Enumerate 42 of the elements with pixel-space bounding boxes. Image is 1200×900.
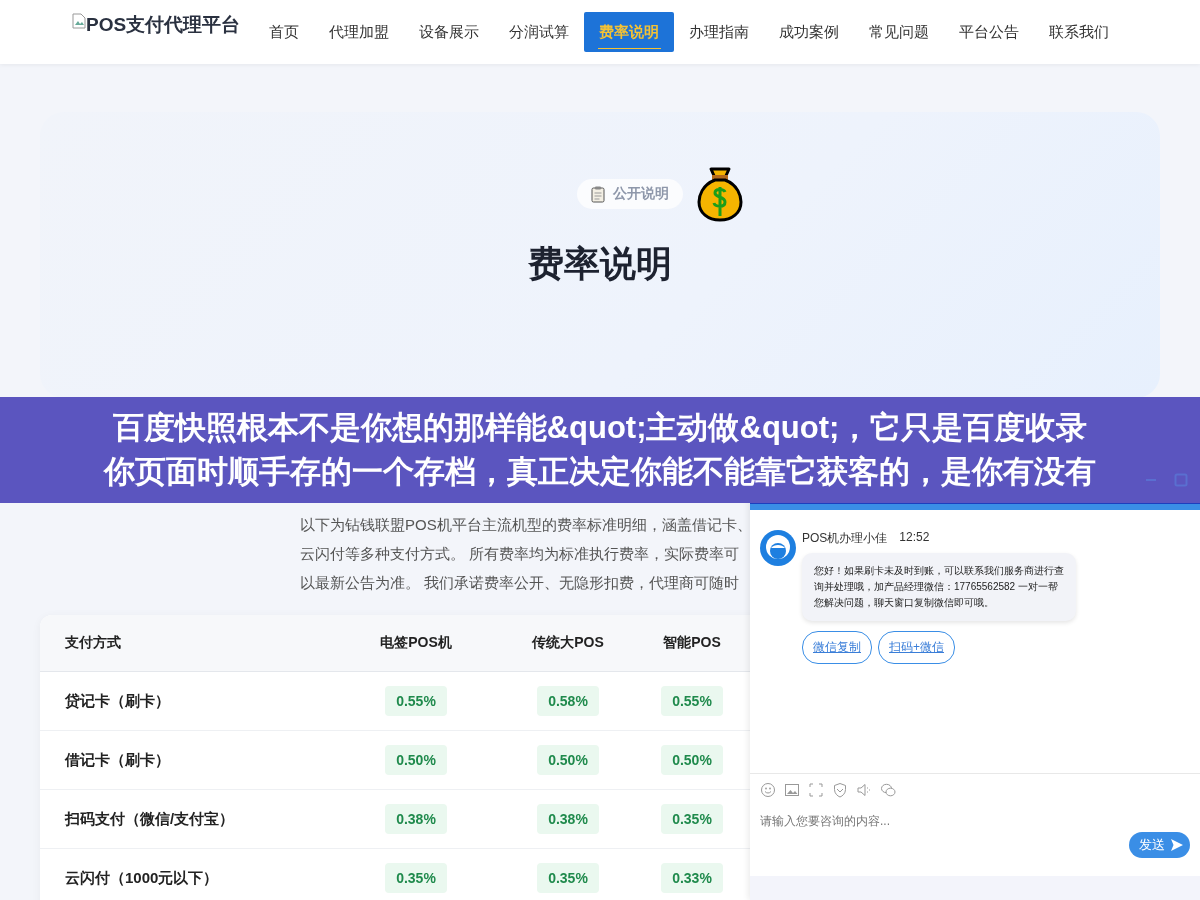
message-input[interactable]: 请输入您要咨询的内容... <box>760 806 1129 836</box>
column-header: 电签POS机 <box>380 634 452 652</box>
overlay-banner: 百度快照根本不是你想的那样能&quot;主动做&quot;，它只是百度收录 你页面时顺手存的一个存档，真正决定你能不能靠它获客的，是你有没有 <box>0 397 1200 503</box>
nav-link[interactable]: 办理指南 <box>674 12 765 52</box>
page-title: 费率说明 <box>528 242 672 286</box>
rate-tag: 0.33% <box>661 863 723 893</box>
nav-link[interactable]: 联系我们 <box>1034 12 1125 52</box>
rate-tag: 0.50% <box>661 745 723 775</box>
message-time: 12:52 <box>899 530 930 546</box>
rate-tag: 0.38% <box>385 804 447 834</box>
nav-link[interactable]: 常见问题 <box>854 12 945 52</box>
column-header: 传统大POS <box>532 634 604 652</box>
message-bubble: 您好！如果刷卡未及时到账，可以联系我们服务商进行查询并处理哦，加产品经理微信：17765562582 一对一帮您解决问题，聊天窗口复制微信即可哦。 <box>802 553 1076 621</box>
rate-tag: 0.50% <box>385 745 447 775</box>
table-cell: 扫码支付（微信/支付宝） <box>65 809 235 829</box>
nav-link[interactable]: 代理加盟 <box>314 12 405 52</box>
logo-link[interactable]: POS支付代理平台 <box>72 12 241 38</box>
table-cell: 借记卡（刷卡） <box>65 750 170 770</box>
nav-link[interactable]: 首页 <box>254 12 315 52</box>
nav-link[interactable]: 分润试算 <box>494 12 585 52</box>
rate-tag: 0.50% <box>537 745 599 775</box>
rate-tag: 0.35% <box>385 863 447 893</box>
quick-reply-button[interactable]: 扫码+微信 <box>878 631 955 664</box>
table-cell: 云闪付（1000元以下） <box>65 868 219 888</box>
nav-link[interactable]: 成功案例 <box>764 12 855 52</box>
table-cell: 贷记卡（刷卡） <box>65 691 170 711</box>
intro-text-line: 以下为钻钱联盟POS机平台主流机型的费率标准明细，涵盖借记卡、 <box>300 515 752 535</box>
nav-link[interactable]: 设备展示 <box>404 12 495 52</box>
rate-tag: 0.35% <box>661 804 723 834</box>
intro-text-line: 云闪付等多种支付方式。 所有费率均为标准执行费率，实际费率可 <box>300 544 740 564</box>
badge-label: 公开说明 <box>613 185 669 203</box>
rate-tag: 0.55% <box>661 686 723 716</box>
agent-name: POS机办理小佳 <box>802 530 888 547</box>
quick-reply-button[interactable]: 微信复制 <box>802 631 872 664</box>
column-header: 智能POS <box>663 634 721 652</box>
rate-tag: 0.38% <box>537 804 599 834</box>
intro-text-line: 以最新公告为准。 我们承诺费率公开、无隐形扣费，代理商可随时 <box>300 573 740 593</box>
rate-tag: 0.35% <box>537 863 599 893</box>
nav-link[interactable]: 平台公告 <box>944 12 1035 52</box>
rate-tag: 0.58% <box>537 686 599 716</box>
column-header: 支付方式 <box>65 634 121 652</box>
rate-tag: 0.55% <box>385 686 447 716</box>
